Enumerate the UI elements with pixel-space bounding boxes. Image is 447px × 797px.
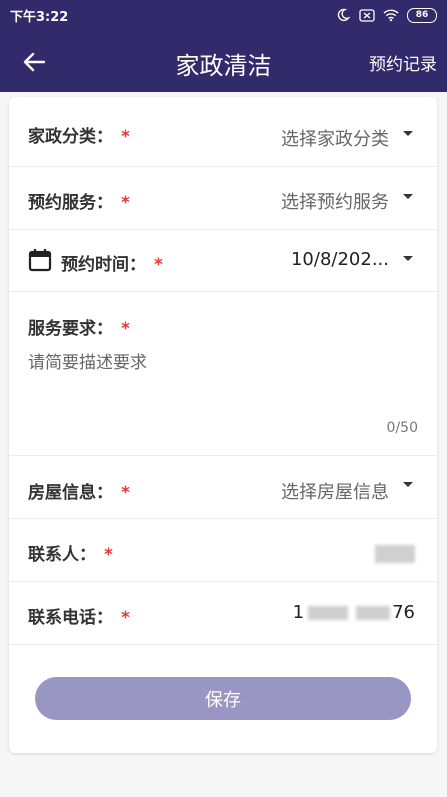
required-mark: *	[104, 545, 113, 565]
phone-row[interactable]: 联系电话： * 1 76	[9, 582, 437, 645]
house-select[interactable]: 选择房屋信息	[281, 478, 389, 504]
house-label: 房屋信息： *	[28, 483, 130, 503]
requirement-label: 服务要求： *	[28, 319, 130, 339]
dropdown-caret-icon[interactable]	[401, 127, 415, 141]
service-select[interactable]: 选择预约服务	[281, 188, 389, 214]
time-label: 预约时间： *	[61, 255, 163, 275]
required-mark: *	[121, 127, 130, 147]
contact-name-value[interactable]	[375, 543, 415, 563]
booking-records-link[interactable]: 预约记录	[369, 50, 437, 75]
moon-icon	[335, 8, 351, 22]
category-row[interactable]: 家政分类： * 选择家政分类	[9, 97, 437, 167]
dropdown-caret-icon[interactable]	[401, 478, 415, 492]
service-label: 预约服务： *	[28, 193, 130, 213]
requirement-input[interactable]: 请简要描述要求	[28, 348, 147, 373]
status-time: 下午3:22	[10, 9, 69, 25]
calendar-icon	[28, 248, 52, 276]
required-mark: *	[121, 608, 130, 628]
category-select[interactable]: 选择家政分类	[281, 125, 389, 151]
app-bar: 家政清洁 预约记录	[0, 30, 447, 92]
booking-form: 家政分类： * 选择家政分类 预约服务： * 选择预约服务 预约时间： * 10/8/…	[9, 97, 437, 753]
phone-label: 联系电话： *	[28, 608, 130, 628]
service-row[interactable]: 预约服务： * 选择预约服务	[9, 167, 437, 230]
required-mark: *	[121, 483, 130, 503]
save-button[interactable]: 保存	[35, 677, 411, 720]
dropdown-caret-icon[interactable]	[401, 190, 415, 204]
contact-label: 联系人： *	[28, 545, 113, 565]
required-mark: *	[154, 255, 163, 275]
time-value[interactable]: 10/8/202...	[291, 249, 389, 270]
character-counter: 0/50	[386, 420, 418, 436]
requirement-row: 服务要求： * 请简要描述要求 0/50	[9, 292, 437, 456]
category-label: 家政分类： *	[28, 127, 130, 147]
battery-indicator: 86	[407, 7, 437, 23]
no-sim-icon	[359, 8, 375, 22]
status-icons: 86	[335, 7, 437, 23]
required-mark: *	[121, 319, 130, 339]
dropdown-caret-icon[interactable]	[401, 252, 415, 266]
status-bar: 下午3:22 86	[0, 0, 447, 30]
house-row[interactable]: 房屋信息： * 选择房屋信息	[9, 456, 437, 519]
wifi-icon	[383, 8, 399, 22]
phone-value[interactable]: 1 76	[293, 602, 415, 623]
contact-row[interactable]: 联系人： *	[9, 519, 437, 582]
time-row[interactable]: 预约时间： * 10/8/202...	[9, 230, 437, 292]
required-mark: *	[121, 193, 130, 213]
